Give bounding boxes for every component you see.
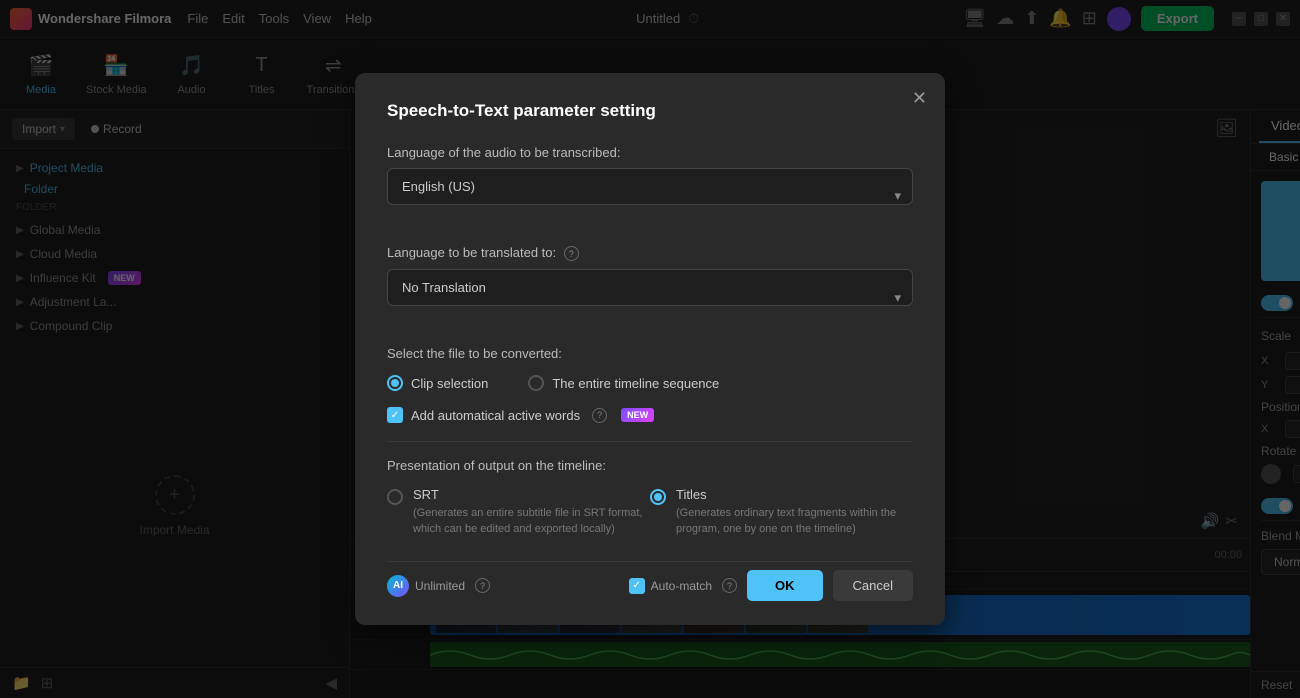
titles-radio[interactable] <box>650 489 666 505</box>
file-selection-radio-group: Clip selection The entire timeline seque… <box>387 375 913 391</box>
unlimited-help-icon[interactable]: ? <box>475 578 490 593</box>
translate-language-dropdown-wrapper: No Translation English Spanish French Ge… <box>387 269 913 326</box>
titles-option[interactable]: Titles (Generates ordinary text fragment… <box>650 487 913 537</box>
clip-selection-radio[interactable] <box>387 375 403 391</box>
srt-option[interactable]: SRT (Generates an entire subtitle file i… <box>387 487 650 537</box>
ok-button[interactable]: OK <box>747 570 823 601</box>
modal-overlay: ✕ Speech-to-Text parameter setting Langu… <box>0 0 1300 698</box>
audio-language-dropdown-wrapper: English (US) English (UK) Spanish French… <box>387 168 913 225</box>
auto-match-help-icon[interactable]: ? <box>722 578 737 593</box>
output-options: SRT (Generates an entire subtitle file i… <box>387 487 913 537</box>
unlimited-label: Unlimited <box>415 579 465 593</box>
titles-desc: (Generates ordinary text fragments withi… <box>676 506 913 537</box>
modal-title: Speech-to-Text parameter setting <box>387 101 913 121</box>
titles-radio-col <box>650 487 666 537</box>
titles-radio-fill <box>654 493 662 501</box>
srt-radio-col <box>387 487 403 537</box>
auto-match-checkmark-icon: ✓ <box>632 580 640 591</box>
translate-language-label: Language to be translated to: ? <box>387 245 913 262</box>
titles-title: Titles <box>676 487 913 502</box>
clip-selection-label: Clip selection <box>411 376 488 391</box>
checkmark-icon: ✓ <box>391 410 399 421</box>
modal-footer: AI Unlimited ? ✓ Auto-match ? OK Cancel <box>387 561 913 601</box>
auto-match-label: Auto-match <box>651 579 712 593</box>
entire-timeline-label: The entire timeline sequence <box>552 376 719 391</box>
audio-language-label: Language of the audio to be transcribed: <box>387 145 913 160</box>
file-selection-label: Select the file to be converted: <box>387 346 913 361</box>
modal-divider <box>387 441 913 442</box>
auto-match-checkbox[interactable]: ✓ <box>629 578 645 594</box>
clip-selection-radio-fill <box>391 379 399 387</box>
auto-match-section: ✓ Auto-match ? <box>629 578 737 594</box>
add-active-words-checkbox-item[interactable]: ✓ Add automatical active words ? NEW <box>387 407 913 423</box>
srt-text-col: SRT (Generates an entire subtitle file i… <box>413 487 650 537</box>
ai-badge-icon: AI <box>387 575 409 597</box>
srt-desc: (Generates an entire subtitle file in SR… <box>413 506 650 537</box>
active-words-new-badge: NEW <box>621 408 654 422</box>
cancel-button[interactable]: Cancel <box>833 570 913 601</box>
translate-help-icon[interactable]: ? <box>564 246 579 261</box>
audio-language-select[interactable]: English (US) English (UK) Spanish French… <box>387 168 913 205</box>
modal-close-button[interactable]: ✕ <box>912 89 927 107</box>
speech-to-text-modal: ✕ Speech-to-Text parameter setting Langu… <box>355 73 945 625</box>
add-active-words-label: Add automatical active words <box>411 408 580 423</box>
add-active-words-checkbox[interactable]: ✓ <box>387 407 403 423</box>
srt-radio[interactable] <box>387 489 403 505</box>
entire-timeline-option[interactable]: The entire timeline sequence <box>528 375 719 391</box>
active-words-help-icon[interactable]: ? <box>592 408 607 423</box>
clip-selection-option[interactable]: Clip selection <box>387 375 488 391</box>
srt-title: SRT <box>413 487 650 502</box>
footer-left: AI Unlimited ? <box>387 575 619 597</box>
translate-language-select[interactable]: No Translation English Spanish French Ge… <box>387 269 913 306</box>
titles-text-col: Titles (Generates ordinary text fragment… <box>676 487 913 537</box>
entire-timeline-radio[interactable] <box>528 375 544 391</box>
presentation-label: Presentation of output on the timeline: <box>387 458 913 473</box>
